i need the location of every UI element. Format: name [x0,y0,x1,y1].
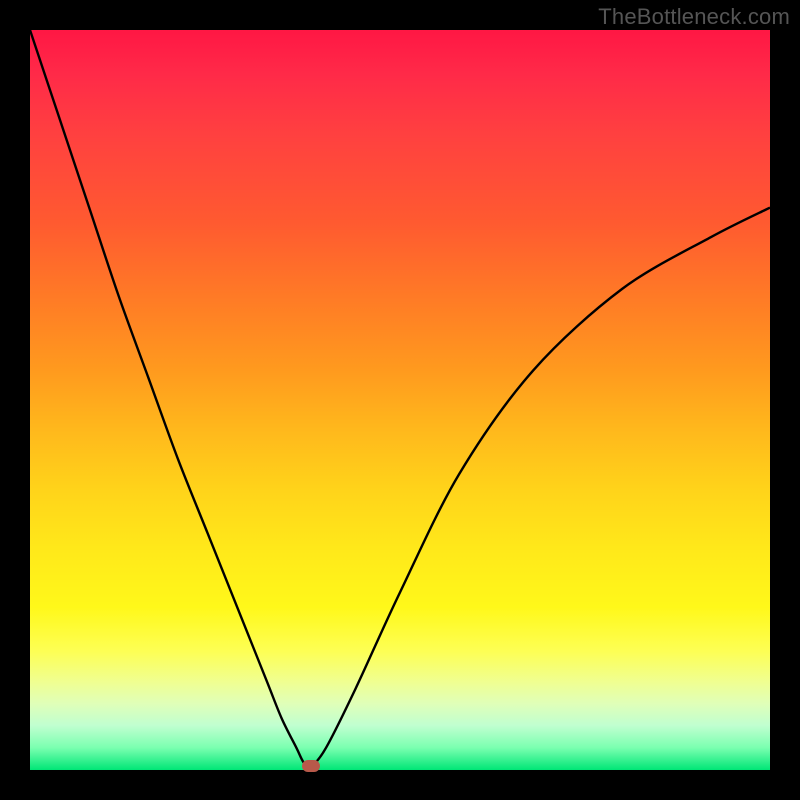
chart-curve-svg [30,30,770,770]
watermark-text: TheBottleneck.com [598,4,790,30]
chart-plot-area [30,30,770,770]
bottleneck-curve-path [30,30,770,767]
chart-minimum-marker [302,760,320,772]
